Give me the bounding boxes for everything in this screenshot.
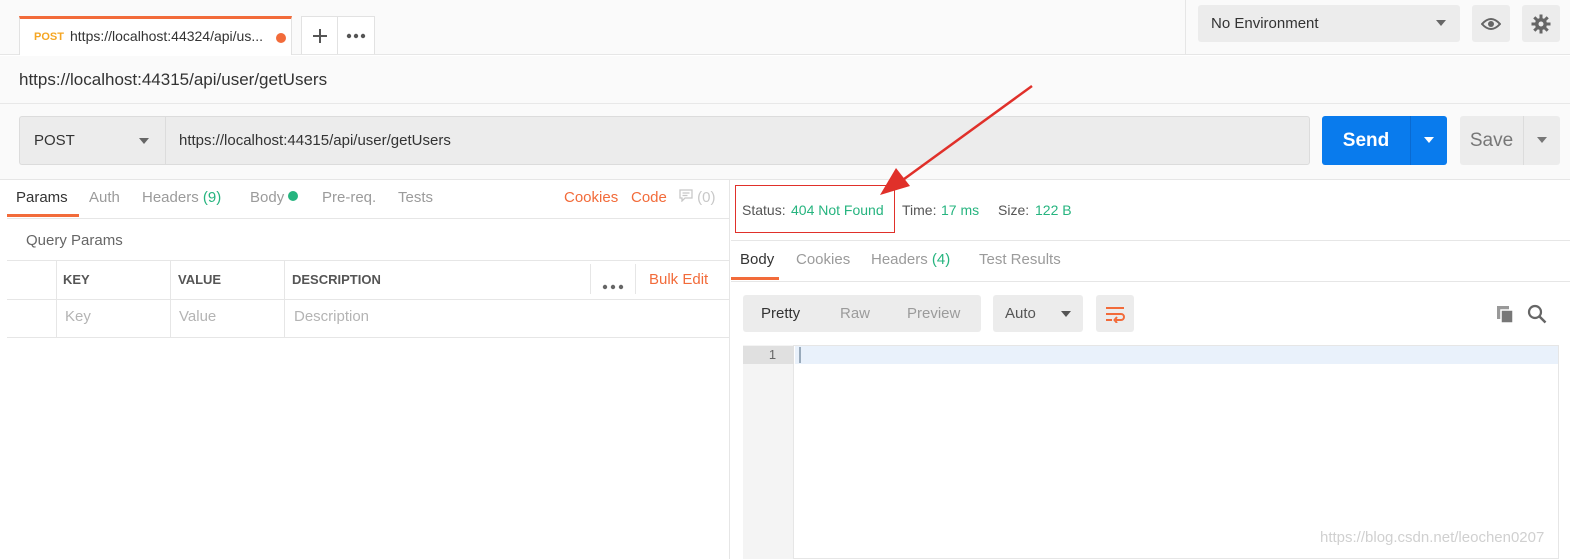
response-body-editor[interactable] — [743, 345, 1559, 559]
request-name[interactable]: https://localhost:44315/api/user/getUser… — [19, 70, 327, 90]
url-input[interactable] — [165, 116, 1310, 165]
code-link[interactable]: Code — [631, 189, 667, 206]
unsaved-dot-icon — [276, 33, 286, 43]
response-tab-headers[interactable]: Headers (4) — [871, 251, 950, 268]
size-label: Size: — [998, 202, 1030, 218]
time-label: Time: — [902, 202, 937, 218]
response-headers-count: (4) — [931, 251, 951, 268]
save-options-button[interactable] — [1523, 116, 1560, 165]
format-toggle-group: Pretty Raw Preview — [743, 295, 981, 332]
headers-count: (9) — [202, 189, 222, 206]
format-raw[interactable]: Raw — [840, 305, 870, 322]
copy-button[interactable] — [1495, 304, 1515, 329]
divider — [731, 240, 1570, 241]
wrap-icon — [1106, 306, 1125, 323]
query-params-title: Query Params — [26, 232, 123, 249]
save-button[interactable]: Save — [1460, 116, 1523, 165]
tab-method: POST — [34, 31, 64, 43]
comment-icon — [679, 189, 693, 203]
language-label: Auto — [1005, 305, 1036, 322]
tab-auth[interactable]: Auth — [89, 189, 120, 206]
more-icon — [346, 33, 366, 38]
tab-prereq[interactable]: Pre-req. — [322, 189, 376, 206]
editor-gutter — [743, 345, 794, 559]
copy-icon — [1497, 306, 1514, 324]
environment-label: No Environment — [1211, 15, 1319, 32]
column-divider — [170, 260, 171, 338]
method-select[interactable]: POST — [19, 116, 165, 165]
tab-title: https://localhost:44324/api/us... — [70, 28, 264, 44]
chevron-down-icon — [1424, 137, 1434, 143]
column-header-key: KEY — [63, 272, 90, 287]
response-tab-headers-label: Headers — [871, 251, 928, 268]
divider — [731, 281, 1570, 282]
plus-icon — [312, 28, 327, 43]
request-tab[interactable]: POST https://localhost:44324/api/us... — [19, 16, 292, 55]
status-value[interactable]: 404 Not Found — [791, 202, 884, 218]
wrap-lines-button[interactable] — [1096, 295, 1134, 332]
watermark: https://blog.csdn.net/leochen0207 — [1320, 529, 1545, 546]
environment-quick-look-button[interactable] — [1472, 5, 1510, 42]
description-input[interactable]: Description — [294, 308, 369, 325]
response-tab-test-results[interactable]: Test Results — [979, 251, 1061, 268]
column-divider — [284, 260, 285, 338]
tab-headers-label: Headers — [142, 189, 199, 206]
send-options-button[interactable] — [1410, 116, 1447, 165]
active-tab-indicator — [7, 214, 79, 217]
chevron-down-icon — [1061, 311, 1071, 317]
settings-button[interactable] — [1522, 5, 1560, 42]
comments-button[interactable]: (0) — [679, 189, 716, 206]
more-tabs-button[interactable] — [338, 17, 374, 54]
value-input[interactable]: Value — [179, 308, 216, 325]
tab-body-label: Body — [250, 189, 285, 206]
request-tabs: Params Auth Headers (9) Body Pre-req. Te… — [7, 180, 730, 219]
status-label: Status: — [742, 202, 786, 218]
send-button[interactable]: Send — [1322, 116, 1410, 165]
column-divider — [635, 264, 636, 294]
search-button[interactable] — [1527, 304, 1547, 329]
line-number: 1 — [743, 346, 794, 364]
column-header-description: DESCRIPTION — [292, 272, 381, 287]
cookies-link[interactable]: Cookies — [564, 189, 618, 206]
response-tab-body[interactable]: Body — [740, 251, 774, 268]
text-cursor — [799, 347, 801, 363]
chevron-down-icon — [1436, 20, 1446, 26]
response-tab-cookies[interactable]: Cookies — [796, 251, 850, 268]
method-label: POST — [34, 132, 75, 149]
chevron-down-icon — [139, 138, 149, 144]
new-tab-button[interactable] — [302, 17, 339, 54]
body-indicator-icon — [288, 191, 299, 201]
tab-params[interactable]: Params — [16, 189, 68, 206]
params-table: KEY VALUE DESCRIPTION Bulk Edit Key Valu… — [7, 260, 730, 338]
gear-icon — [1531, 14, 1551, 33]
format-pretty[interactable]: Pretty — [761, 305, 800, 322]
language-select[interactable]: Auto — [993, 295, 1083, 332]
chevron-down-icon — [1537, 137, 1547, 143]
format-preview[interactable]: Preview — [907, 305, 960, 322]
environment-select[interactable]: No Environment — [1198, 5, 1460, 42]
request-name-bar: https://localhost:44315/api/user/getUser… — [0, 56, 1570, 104]
annotation-arrow-icon — [880, 84, 1033, 195]
tab-tests[interactable]: Tests — [398, 189, 433, 206]
column-divider — [590, 264, 591, 294]
active-line — [795, 346, 1558, 364]
tab-body[interactable]: Body — [250, 189, 299, 206]
column-divider — [56, 260, 57, 338]
table-options-button[interactable] — [602, 277, 624, 295]
size-value[interactable]: 122 B — [1035, 202, 1072, 218]
comments-count: (0) — [697, 189, 716, 206]
time-value[interactable]: 17 ms — [941, 202, 979, 218]
tab-headers[interactable]: Headers (9) — [142, 189, 221, 206]
bulk-edit-link[interactable]: Bulk Edit — [649, 271, 708, 288]
key-input[interactable]: Key — [65, 308, 91, 325]
column-header-value: VALUE — [178, 272, 222, 287]
eye-icon — [1481, 17, 1501, 30]
tab-actions — [301, 16, 375, 54]
more-icon — [602, 284, 624, 290]
search-icon — [1527, 304, 1547, 324]
active-tab-indicator — [731, 277, 779, 280]
